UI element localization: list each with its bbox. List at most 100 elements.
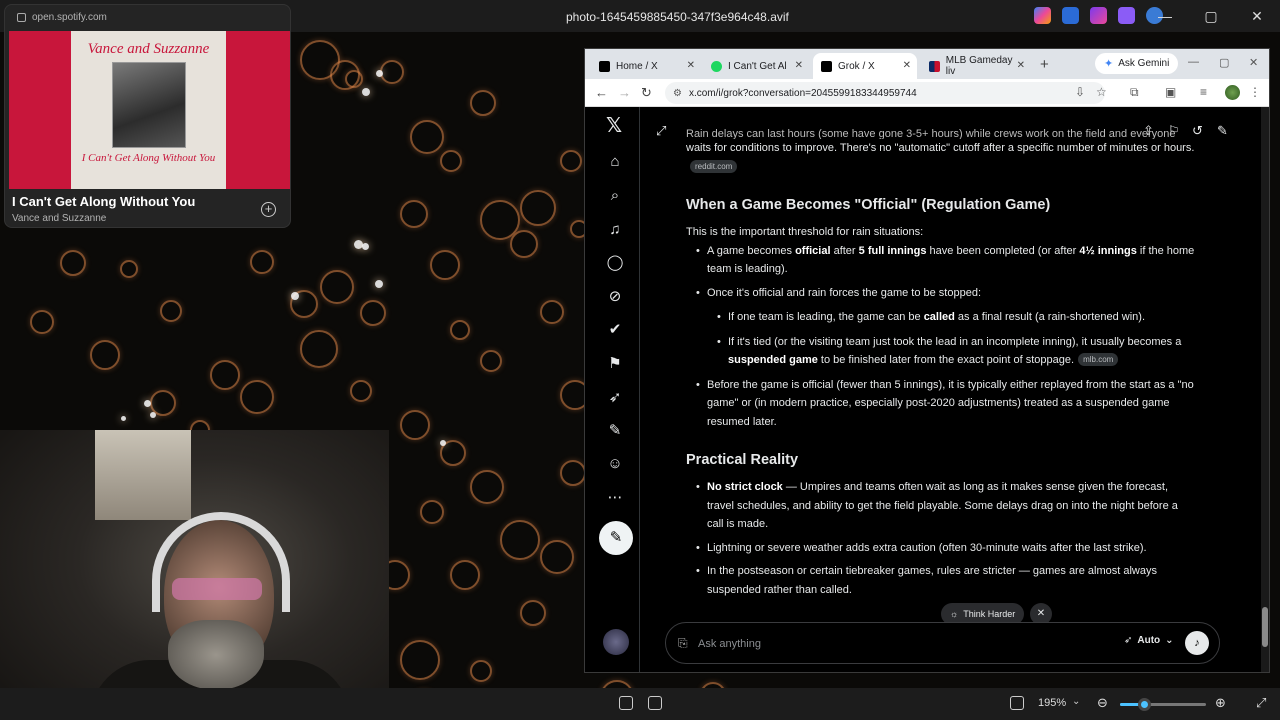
search-icon[interactable]: ⌕ xyxy=(606,187,624,205)
bokeh-ring xyxy=(360,300,386,326)
song-artist[interactable]: Vance and Suzzanne xyxy=(12,213,106,224)
tab-home-x[interactable]: Home / X ✕ xyxy=(591,53,701,79)
reading-list-icon[interactable]: ≡ xyxy=(1200,85,1207,99)
tab-strip: Home / X ✕ I Can't Get Al ✕ Grok / X ✕ M… xyxy=(585,49,1269,79)
close-button[interactable]: ✕ xyxy=(1234,0,1280,32)
menu-kebab-icon[interactable]: ⋮ xyxy=(1249,85,1261,99)
bokeh-light xyxy=(150,412,156,418)
attach-icon[interactable]: ⎘ xyxy=(678,636,688,651)
browser-close-icon[interactable]: ✕ xyxy=(1249,56,1258,69)
voice-mode-button[interactable]: ♪ xyxy=(1185,631,1209,655)
grok-icon[interactable]: ⊘ xyxy=(606,288,624,306)
visual-search-icon[interactable] xyxy=(648,696,662,710)
bokeh-light xyxy=(144,400,151,407)
tab-grok[interactable]: Grok / X ✕ xyxy=(813,53,917,79)
list-item: If it's tied (or the visiting team just … xyxy=(717,333,1196,370)
profile-icon[interactable]: ☺ xyxy=(606,455,624,473)
x-sidebar: 𝕏 ⌂ ⌕ ♫ ◯ ⊘ ✔ ⚑ ➶ ✎ ☺ ⋯ ✎ xyxy=(585,107,640,672)
add-to-library-button[interactable]: + xyxy=(261,202,276,217)
list-item: Before the game is official (fewer than … xyxy=(696,376,1196,432)
browser-maximize-icon[interactable]: ▢ xyxy=(1219,56,1229,69)
url-text[interactable]: x.com/i/grok?conversation=20455991833449… xyxy=(689,88,917,99)
bokeh-ring xyxy=(520,600,546,626)
fullscreen-icon[interactable]: ⤢ xyxy=(1256,695,1266,711)
profile-avatar[interactable] xyxy=(1225,85,1240,100)
model-mode-dropdown[interactable]: ➶ Auto ⌄ xyxy=(1124,635,1174,646)
bokeh-ring xyxy=(560,460,586,486)
close-tab-icon[interactable]: ✕ xyxy=(795,60,803,71)
tab-mlb[interactable]: MLB Gameday liv ✕ xyxy=(921,53,1031,79)
close-tab-icon[interactable]: ✕ xyxy=(687,60,695,71)
bokeh-ring xyxy=(450,320,470,340)
list-item: In the postseason or certain tiebreaker … xyxy=(696,562,1196,599)
scrollbar-thumb[interactable] xyxy=(1262,607,1268,647)
maximize-button[interactable]: ▢ xyxy=(1188,0,1234,32)
zoom-level[interactable]: 195% xyxy=(1038,697,1066,709)
webcam-person-beard xyxy=(168,620,264,690)
articles-icon[interactable]: ✎ xyxy=(606,422,624,440)
ask-gemini-button[interactable]: ✦ Ask Gemini xyxy=(1095,53,1179,74)
response-cut-line: Rain delays can last hours (some have go… xyxy=(686,129,1176,139)
notifications-icon[interactable]: ♫ xyxy=(606,221,624,239)
jobs-icon[interactable]: ➶ xyxy=(606,389,624,407)
site-info-icon[interactable]: ⚙ xyxy=(673,88,682,99)
zoom-out-icon[interactable]: ⊖ xyxy=(1097,695,1108,711)
back-arrow-icon[interactable]: ← xyxy=(595,85,608,100)
response-intro: waits for conditions to improve. There's… xyxy=(686,139,1196,176)
designer-icon[interactable] xyxy=(1090,7,1107,24)
bookmark-star-icon[interactable]: ☆ xyxy=(1096,85,1107,99)
list-item: Once it's official and rain forces the g… xyxy=(696,284,1196,370)
page-scrollbar[interactable] xyxy=(1261,107,1269,672)
bokeh-ring xyxy=(430,250,460,280)
zoom-slider-thumb[interactable] xyxy=(1138,698,1152,711)
bokeh-ring xyxy=(540,540,574,574)
close-tab-icon[interactable]: ✕ xyxy=(1017,60,1025,71)
forward-arrow-icon[interactable]: → xyxy=(618,85,631,100)
bokeh-ring xyxy=(250,250,274,274)
reload-icon[interactable]: ↻ xyxy=(641,85,652,101)
clipchamp-icon[interactable] xyxy=(1118,7,1135,24)
bokeh-ring xyxy=(410,120,444,154)
copilot-icon[interactable] xyxy=(1034,7,1051,24)
zoom-slider[interactable] xyxy=(1120,698,1206,711)
compose-post-button[interactable]: ✎ xyxy=(599,521,633,555)
side-panel-icon[interactable]: ▣ xyxy=(1165,85,1176,99)
bookmarks-icon[interactable]: ⚑ xyxy=(606,355,624,373)
expand-icon[interactable]: ⤢ xyxy=(656,123,666,139)
new-tab-button[interactable]: + xyxy=(1040,56,1049,73)
ask-input[interactable] xyxy=(698,634,1078,654)
install-app-icon[interactable]: ⇩ xyxy=(1075,85,1085,99)
bokeh-ring xyxy=(520,190,556,226)
bokeh-ring xyxy=(90,340,120,370)
new-chat-icon[interactable]: ✎ xyxy=(1217,123,1228,139)
account-avatar[interactable] xyxy=(603,629,629,655)
x-logo-icon[interactable]: 𝕏 xyxy=(605,116,623,136)
minimize-button[interactable]: — xyxy=(1142,0,1188,32)
more-icon[interactable]: ⋯ xyxy=(606,489,624,507)
crop-icon[interactable] xyxy=(619,696,633,710)
edit-icon[interactable] xyxy=(1062,7,1079,24)
practical-list: No strict clock — Umpires and teams ofte… xyxy=(696,478,1196,599)
bokeh-ring xyxy=(380,60,404,84)
close-tab-icon[interactable]: ✕ xyxy=(903,60,911,71)
bokeh-ring xyxy=(210,360,240,390)
bokeh-light xyxy=(375,280,383,288)
extensions-icon[interactable]: ⧉ xyxy=(1130,85,1139,100)
verified-icon[interactable]: ✔ xyxy=(606,321,624,339)
browser-minimize-icon[interactable]: — xyxy=(1188,56,1199,68)
intro-text: waits for conditions to improve. There's… xyxy=(686,142,1195,154)
tab-spotify[interactable]: I Can't Get Al ✕ xyxy=(703,53,809,79)
source-chip-reddit[interactable]: reddit.com xyxy=(690,159,738,173)
home-icon[interactable]: ⌂ xyxy=(606,153,624,171)
messages-icon[interactable]: ◯ xyxy=(606,254,624,272)
bokeh-ring xyxy=(300,330,338,368)
fit-to-window-icon[interactable] xyxy=(1010,696,1024,710)
zoom-in-icon[interactable]: ⊕ xyxy=(1215,695,1226,711)
official-list: A game becomes official after 5 full inn… xyxy=(696,242,1196,432)
webcam-background-window xyxy=(95,430,191,520)
omnibox[interactable]: ⚙ x.com/i/grok?conversation=204559918334… xyxy=(665,82,1105,104)
threshold-text: This is the important threshold for rain… xyxy=(686,226,924,238)
bokeh-ring xyxy=(30,310,54,334)
source-chip-mlb[interactable]: mlb.com xyxy=(1078,353,1119,366)
zoom-chevron-down-icon[interactable]: ⌄ xyxy=(1072,696,1080,707)
